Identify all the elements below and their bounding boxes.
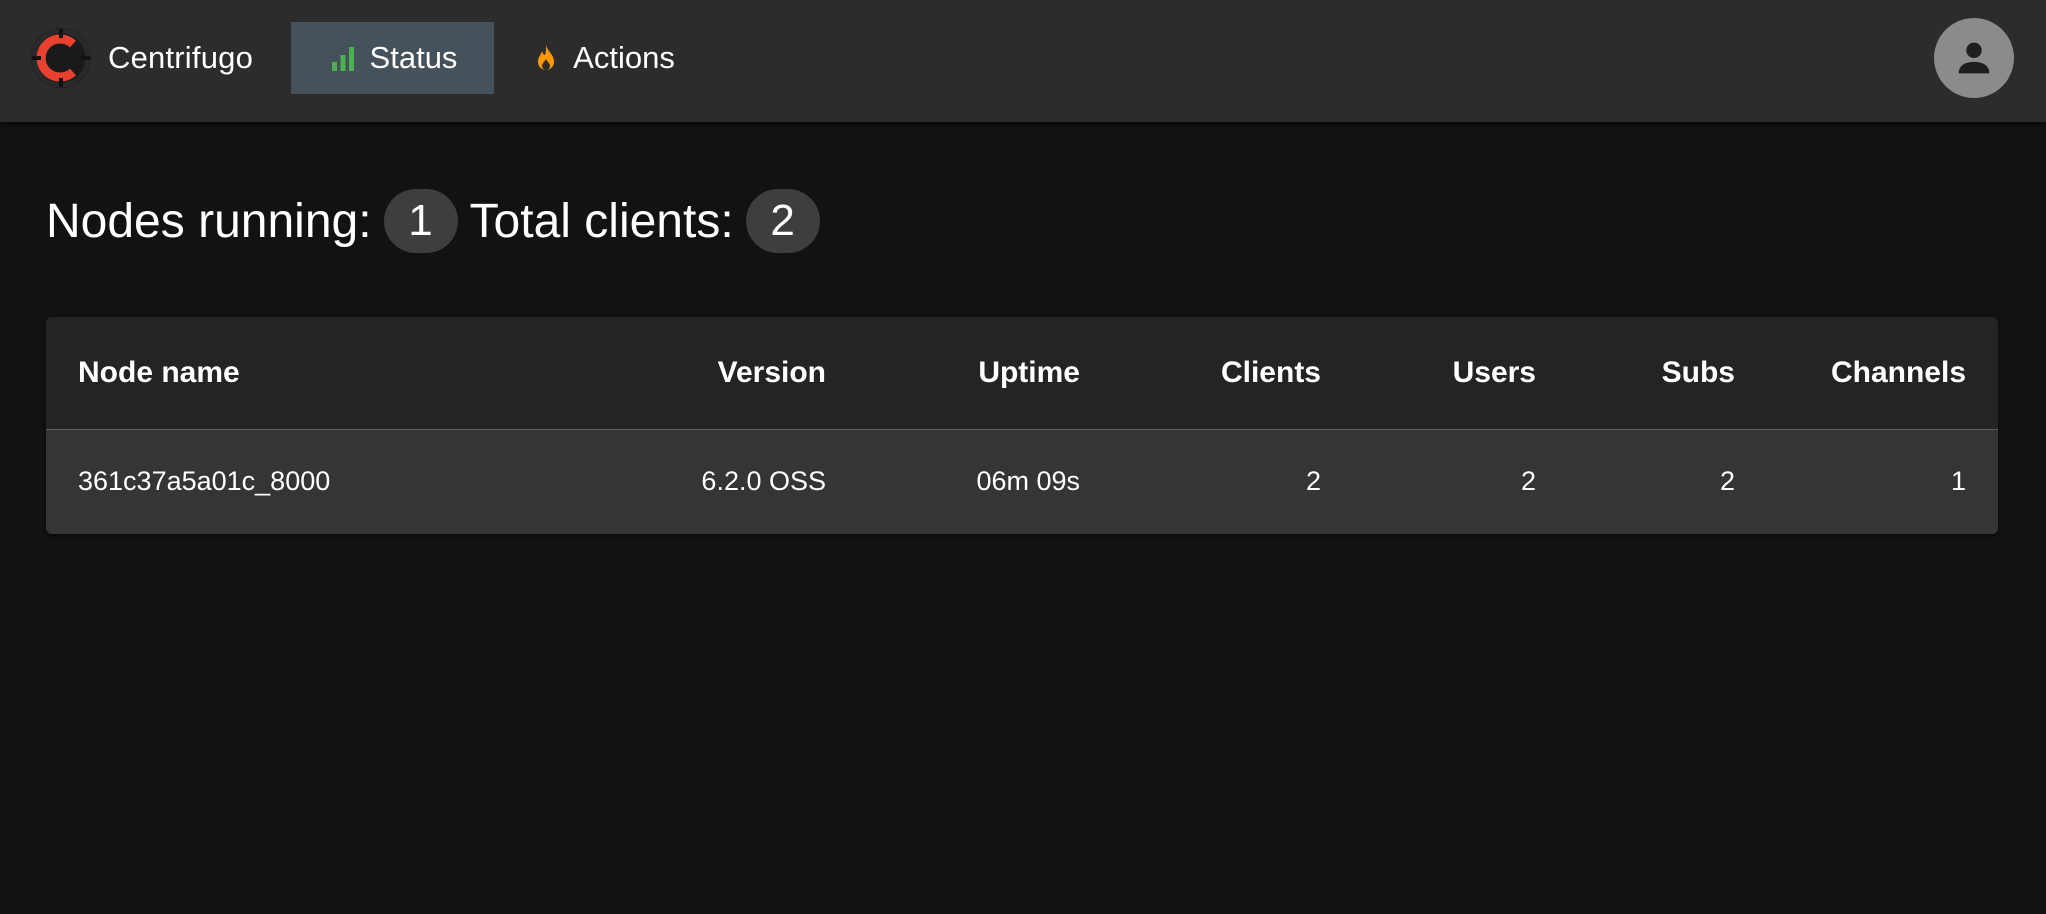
nodes-running-count: 1 xyxy=(383,189,458,253)
column-header-channels: Channels xyxy=(1767,317,1998,430)
flame-icon xyxy=(538,45,555,70)
account-icon xyxy=(1958,42,1990,74)
brand-name: Centrifugo xyxy=(108,40,254,75)
cell-uptime: 06m 09s xyxy=(976,466,1080,497)
table-row: 361c37a5a01c_8000 6.2.0 OSS 06m 09s 2 2 … xyxy=(46,429,1998,534)
nav-actions-label: Actions xyxy=(573,40,675,75)
column-header-users: Users xyxy=(1353,317,1568,430)
cell-subs: 2 xyxy=(1719,466,1735,497)
nav-actions-button[interactable]: Actions xyxy=(514,22,692,94)
app-bar: Centrifugo Status Actions xyxy=(0,0,2046,122)
column-header-version: Version xyxy=(608,317,858,430)
column-header-node-name: Node name xyxy=(46,317,608,430)
cell-channels: 1 xyxy=(1950,466,1966,497)
total-clients-label: Total clients: xyxy=(469,194,734,248)
total-clients-count: 2 xyxy=(745,189,820,253)
column-header-subs: Subs xyxy=(1568,317,1767,430)
bar-chart-icon xyxy=(331,47,354,71)
nav-status-button[interactable]: Status xyxy=(291,22,494,94)
centrifugo-logo-icon xyxy=(31,28,91,88)
account-button[interactable] xyxy=(1934,18,2014,98)
nodes-table: Node name Version Uptime Clients Users S… xyxy=(46,317,1998,534)
cell-node-name: 361c37a5a01c_8000 xyxy=(78,466,331,497)
cell-version: 6.2.0 OSS xyxy=(701,466,826,497)
table-header-row: Node name Version Uptime Clients Users S… xyxy=(46,317,1998,430)
brand[interactable]: Centrifugo xyxy=(30,27,253,89)
nodes-running-label: Nodes running: xyxy=(46,194,372,248)
nodes-table-card: Node name Version Uptime Clients Users S… xyxy=(46,317,1998,534)
cluster-summary: Nodes running: 1 Total clients: 2 xyxy=(46,186,832,256)
column-header-clients: Clients xyxy=(1112,317,1353,430)
column-header-uptime: Uptime xyxy=(858,317,1112,430)
nav-status-label: Status xyxy=(369,40,458,75)
cell-clients: 2 xyxy=(1305,466,1321,497)
cell-users: 2 xyxy=(1520,466,1536,497)
